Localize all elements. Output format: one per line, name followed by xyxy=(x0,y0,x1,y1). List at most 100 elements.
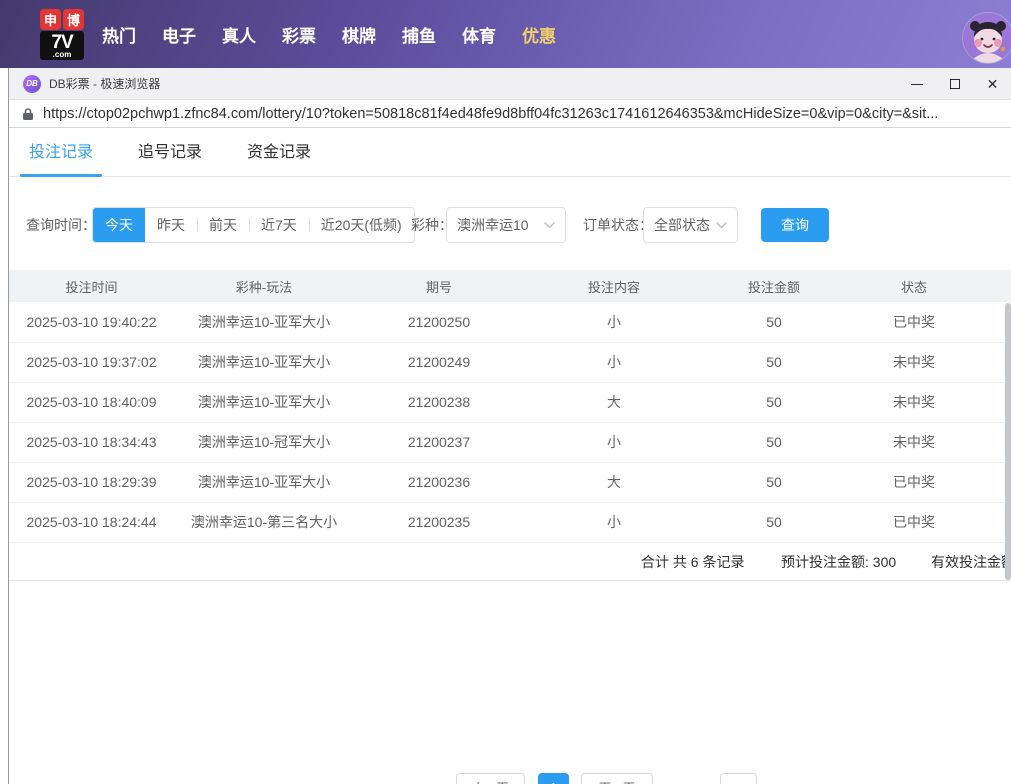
logo-badge-2: 博 xyxy=(63,9,84,30)
table-row: 2025-03-10 18:40:09澳洲幸运10-亚军大小21200238大5… xyxy=(9,382,1011,422)
search-button[interactable]: 查询 xyxy=(761,208,829,242)
scrollbar-thumb[interactable] xyxy=(1005,303,1011,580)
filter-row: 查询时间： 今天昨天前天近7天近20天(低频) 彩种： 澳洲幸运10 订单状态：… xyxy=(9,207,1011,243)
summary-expected-amount: 预计投注金额: 300 xyxy=(781,543,896,581)
window-controls: ✕ xyxy=(908,68,1001,100)
nav-item-4[interactable]: 彩票 xyxy=(282,22,316,47)
time-option-3[interactable]: 前天 xyxy=(197,208,249,242)
pagination-prev-button[interactable]: 上一页 xyxy=(456,773,525,784)
table-row: 2025-03-10 19:37:02澳洲幸运10-亚军大小21200249小5… xyxy=(9,342,1011,382)
nav-item-7[interactable]: 体育 xyxy=(462,22,496,47)
column-header-4: 投注内容 xyxy=(524,270,704,302)
tab-1[interactable]: 投注记录 xyxy=(29,128,93,177)
chevron-down-icon xyxy=(544,222,555,229)
cell-issue: 21200236 xyxy=(354,462,524,502)
pagination: 上一页 1 下一页 xyxy=(9,773,1011,784)
record-tabs: 投注记录追号记录资金记录 xyxy=(9,128,1011,177)
minimize-icon xyxy=(911,84,923,85)
cell-time: 2025-03-10 18:29:39 xyxy=(9,462,174,502)
cell-amount: 50 xyxy=(704,462,844,502)
screen: 申 博 7V .com 热门 电子 真人 彩票 棋牌 捕鱼 体育 优惠 xyxy=(0,0,1011,784)
logo-badge-1: 申 xyxy=(40,9,61,30)
time-range-group: 今天昨天前天近7天近20天(低频) xyxy=(92,207,415,243)
logo-suffix-text: .com xyxy=(40,51,84,59)
summary-valid-amount: 有效投注金额 xyxy=(931,543,1011,581)
nav-item-3[interactable]: 真人 xyxy=(222,22,256,47)
time-option-2[interactable]: 昨天 xyxy=(145,208,197,242)
cell-issue: 21200237 xyxy=(354,422,524,462)
cell-amount: 50 xyxy=(704,302,844,342)
cell-content: 小 xyxy=(524,422,704,462)
cell-content: 大 xyxy=(524,462,704,502)
cell-issue: 21200249 xyxy=(354,342,524,382)
query-time-label: 查询时间： xyxy=(26,207,96,243)
cell-game: 澳洲幸运10-亚军大小 xyxy=(174,302,354,342)
cell-status: 已中奖 xyxy=(844,462,984,502)
maximize-button[interactable] xyxy=(946,76,963,93)
cell-time: 2025-03-10 18:34:43 xyxy=(9,422,174,462)
browser-favicon-icon: DB xyxy=(23,75,41,93)
nav-item-1[interactable]: 热门 xyxy=(102,22,136,47)
cell-game: 澳洲幸运10-亚军大小 xyxy=(174,342,354,382)
cell-content: 小 xyxy=(524,302,704,342)
cell-game: 澳洲幸运10-亚军大小 xyxy=(174,462,354,502)
lottery-records-page: 投注记录追号记录资金记录 查询时间： 今天昨天前天近7天近20天(低频) 彩种：… xyxy=(9,128,1011,784)
tab-2[interactable]: 追号记录 xyxy=(138,128,202,177)
nav-item-6[interactable]: 捕鱼 xyxy=(402,22,436,47)
minimize-button[interactable] xyxy=(908,76,925,93)
lottery-type-select[interactable]: 澳洲幸运10 xyxy=(446,207,566,243)
column-header-6: 状态 xyxy=(844,270,984,302)
time-option-5[interactable]: 近20天(低频) xyxy=(309,208,414,242)
table-row: 2025-03-10 19:40:22澳洲幸运10-亚军大小21200250小5… xyxy=(9,302,1011,342)
cell-time: 2025-03-10 19:40:22 xyxy=(9,302,174,342)
cell-amount: 50 xyxy=(704,382,844,422)
cell-amount: 50 xyxy=(704,422,844,462)
cell-issue: 21200250 xyxy=(354,302,524,342)
column-header-1: 投注时间 xyxy=(9,270,174,302)
summary-row: 合计 共 6 条记录 预计投注金额: 300 有效投注金额 xyxy=(9,543,1011,581)
site-logo[interactable]: 申 博 7V .com xyxy=(40,9,84,60)
order-status-select[interactable]: 全部状态 xyxy=(643,207,738,243)
column-header-3: 期号 xyxy=(354,270,524,302)
cell-game: 澳洲幸运10-亚军大小 xyxy=(174,382,354,422)
logo-mark: 7V .com xyxy=(40,31,84,60)
pagination-extra-button[interactable] xyxy=(720,773,757,784)
order-status-value: 全部状态 xyxy=(654,215,710,235)
cell-status: 已中奖 xyxy=(844,502,984,542)
cell-game: 澳洲幸运10-冠军大小 xyxy=(174,422,354,462)
cell-issue: 21200238 xyxy=(354,382,524,422)
nav-item-8[interactable]: 优惠 xyxy=(522,22,556,47)
url-bar[interactable]: https://ctop02pchwp1.zfnc84.com/lottery/… xyxy=(9,100,1011,128)
cell-status: 已中奖 xyxy=(844,302,984,342)
column-header-5: 投注金额 xyxy=(704,270,844,302)
table-row: 2025-03-10 18:29:39澳洲幸运10-亚军大小21200236大5… xyxy=(9,462,1011,502)
avatar-illustration xyxy=(963,13,1011,63)
nav-item-2[interactable]: 电子 xyxy=(162,22,196,47)
browser-titlebar: DB DB彩票 - 极速浏览器 ✕ xyxy=(9,68,1011,100)
time-option-4[interactable]: 近7天 xyxy=(249,208,309,242)
column-header-2: 彩种-玩法 xyxy=(174,270,354,302)
tab-3[interactable]: 资金记录 xyxy=(247,128,311,177)
nav-item-5[interactable]: 棋牌 xyxy=(342,22,376,47)
cell-time: 2025-03-10 18:40:09 xyxy=(9,382,174,422)
cell-time: 2025-03-10 18:24:44 xyxy=(9,502,174,542)
lock-icon xyxy=(22,107,34,121)
bet-records-table: 投注时间彩种-玩法期号投注内容投注金额状态 2025-03-10 19:40:2… xyxy=(9,270,1011,543)
site-header: 申 博 7V .com 热门 电子 真人 彩票 棋牌 捕鱼 体育 优惠 xyxy=(0,0,1011,68)
user-avatar[interactable] xyxy=(963,13,1011,63)
cell-content: 小 xyxy=(524,342,704,382)
pagination-current-page[interactable]: 1 xyxy=(538,773,569,784)
summary-total: 合计 共 6 条记录 xyxy=(641,543,744,581)
logo-badges: 申 博 xyxy=(40,9,84,30)
cell-time: 2025-03-10 19:37:02 xyxy=(9,342,174,382)
window-title: DB彩票 - 极速浏览器 xyxy=(49,75,160,92)
time-option-1[interactable]: 今天 xyxy=(93,208,145,242)
pagination-next-button[interactable]: 下一页 xyxy=(581,773,653,784)
lottery-type-value: 澳洲幸运10 xyxy=(457,215,529,235)
url-text: https://ctop02pchwp1.zfnc84.com/lottery/… xyxy=(43,106,938,122)
cell-status: 未中奖 xyxy=(844,382,984,422)
cell-status: 未中奖 xyxy=(844,422,984,462)
chevron-down-icon xyxy=(716,222,727,229)
cell-content: 小 xyxy=(524,502,704,542)
close-button[interactable]: ✕ xyxy=(984,76,1001,93)
